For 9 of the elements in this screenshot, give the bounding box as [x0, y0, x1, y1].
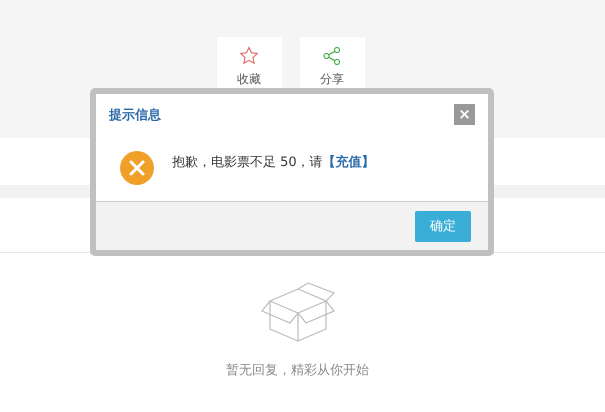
share-icon [322, 46, 342, 66]
star-icon [239, 46, 259, 66]
close-button[interactable]: × [454, 104, 475, 125]
empty-message: 暂无回复，精彩从你开始 [226, 362, 369, 379]
recharge-link[interactable]: 【充值】 [322, 155, 375, 170]
box-icon [260, 281, 336, 343]
dialog-title: 提示信息 [109, 106, 161, 124]
error-icon [120, 151, 154, 185]
alert-message: 抱歉，电影票不足 50，请【充值】 [172, 154, 375, 171]
